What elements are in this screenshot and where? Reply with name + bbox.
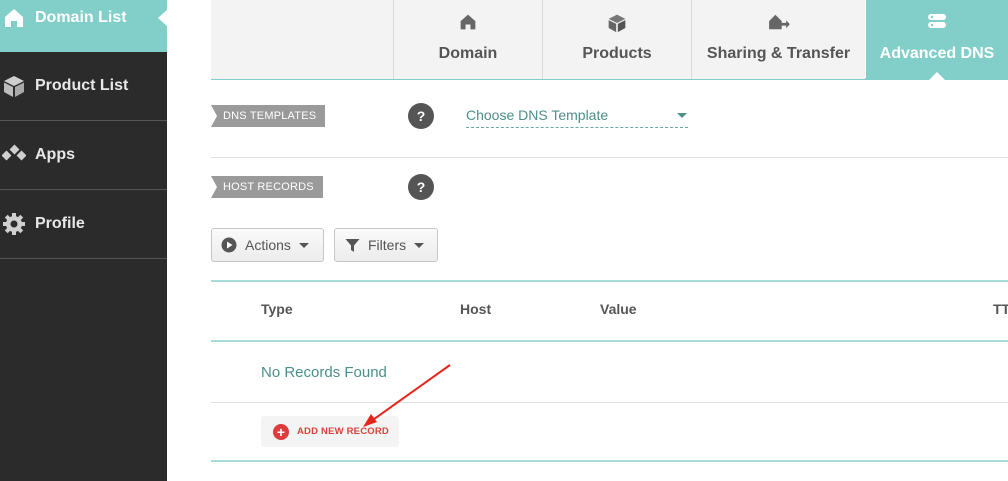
domain-tabs: Domain Products Sharing & Transfer Advan… xyxy=(211,0,1008,81)
tab-label: Domain xyxy=(438,45,498,62)
box-icon xyxy=(607,13,627,38)
play-circle-icon xyxy=(221,237,237,253)
sidebar-item-label: Apps xyxy=(35,146,75,163)
sidebar-item-product-list[interactable]: Product List xyxy=(0,52,167,121)
dns-templates-label: DNS TEMPLATES xyxy=(211,105,326,127)
tab-advanced-dns[interactable]: Advanced DNS xyxy=(866,0,1008,81)
box-icon xyxy=(2,74,26,98)
sidebar-item-domain-list[interactable]: Domain List xyxy=(0,0,168,52)
add-new-record-label: ADD NEW RECORD xyxy=(297,426,389,437)
host-records-label: HOST RECORDS xyxy=(211,176,323,198)
chevron-down-icon xyxy=(414,242,425,248)
tab-sharing-transfer[interactable]: Sharing & Transfer xyxy=(691,0,865,79)
dns-server-icon xyxy=(925,13,949,36)
divider xyxy=(211,157,1008,158)
tab-label: Products xyxy=(582,45,652,62)
sidebar-item-label: Domain List xyxy=(35,8,127,26)
actions-label: Actions xyxy=(245,237,291,253)
gear-icon xyxy=(2,212,26,236)
home-icon xyxy=(459,13,477,36)
sidebar-item-profile[interactable]: Profile xyxy=(0,190,167,259)
empty-records-message: No Records Found xyxy=(261,364,387,381)
tab-domain[interactable]: Domain xyxy=(393,0,542,79)
actions-button[interactable]: Actions xyxy=(211,228,324,262)
apps-icon xyxy=(2,143,26,167)
app-root: Domain List Product List Apps Profile Do… xyxy=(0,0,1008,481)
filters-label: Filters xyxy=(368,237,407,253)
tabs-spacer xyxy=(211,0,393,79)
tab-label: Advanced DNS xyxy=(879,45,995,62)
dns-template-select-value: Choose DNS Template xyxy=(466,107,609,123)
tab-products[interactable]: Products xyxy=(542,0,691,79)
column-header-host[interactable]: Host xyxy=(460,301,491,317)
sidebar: Domain List Product List Apps Profile xyxy=(0,0,168,481)
transfer-icon xyxy=(767,13,791,36)
column-header-ttl[interactable]: TTL xyxy=(993,301,1008,317)
dns-templates-help-icon[interactable]: ? xyxy=(408,103,434,129)
dns-template-select[interactable]: Choose DNS Template xyxy=(466,106,688,128)
sidebar-item-apps[interactable]: Apps xyxy=(0,121,167,190)
plus-circle-icon: + xyxy=(273,423,289,440)
host-records-help-icon[interactable]: ? xyxy=(408,174,434,200)
sidebar-item-label: Product List xyxy=(35,77,129,94)
chevron-down-icon xyxy=(677,113,687,118)
filter-icon xyxy=(345,238,360,253)
table-header-border xyxy=(211,340,1008,342)
tab-label: Sharing & Transfer xyxy=(706,45,851,62)
filters-button[interactable]: Filters xyxy=(334,228,438,262)
column-header-value[interactable]: Value xyxy=(600,301,637,317)
table-bottom-border xyxy=(211,460,1008,462)
sidebar-item-label: Profile xyxy=(35,215,85,232)
chevron-down-icon xyxy=(298,242,309,248)
add-new-record-button[interactable]: + ADD NEW RECORD xyxy=(261,416,399,447)
column-header-type[interactable]: Type xyxy=(261,301,293,317)
home-icon xyxy=(2,6,26,30)
divider xyxy=(211,402,1008,403)
table-top-border xyxy=(211,280,1008,282)
